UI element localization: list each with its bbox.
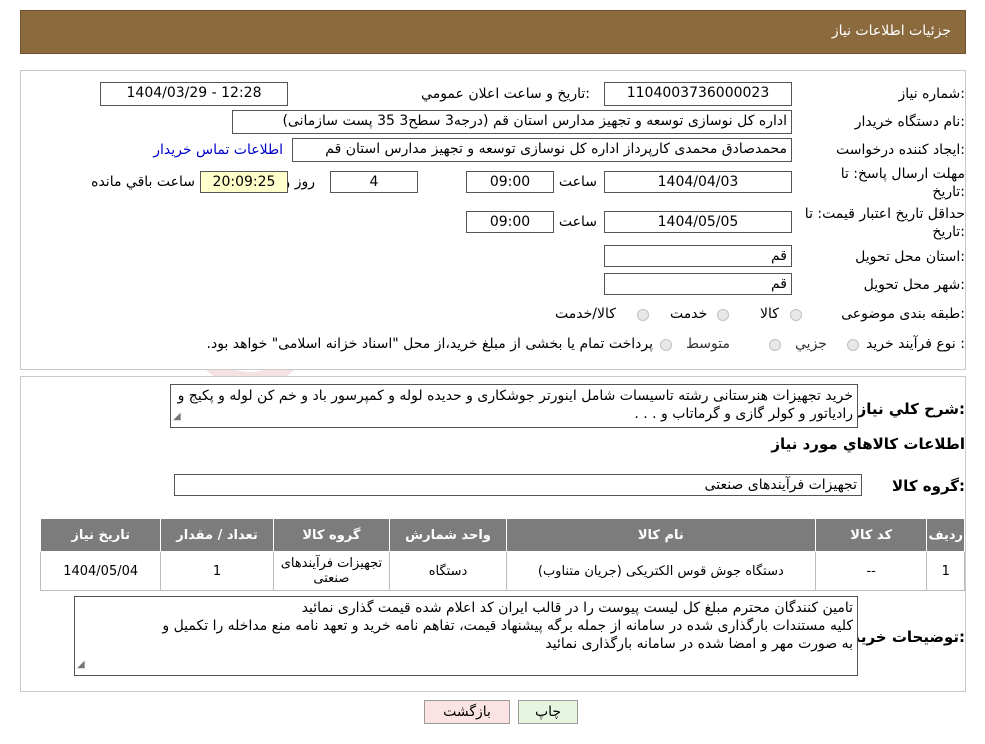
goods-group-label: گروه کالا: (892, 477, 965, 495)
col-name: نام کالا (505, 518, 816, 552)
deadline-time-field: 09:00 (466, 171, 554, 193)
category-goods-radio[interactable] (790, 309, 802, 321)
city-label: شهر محل تحویل: (863, 277, 965, 293)
province-label: استان محل تحویل: (855, 249, 965, 265)
buyer-notes-textarea[interactable]: تامین کنندگان محترم مبلغ کل لیست پیوست ر… (74, 596, 858, 676)
table-row: 1 -- دستگاه جوش قوس الکتریکی (جریان متنا… (39, 551, 965, 591)
cell-date: 1404/05/04 (39, 551, 162, 591)
province-field: قم (604, 245, 792, 267)
description-textarea[interactable]: خرید تجهیزات هنرستانی رشته تاسیسات شامل … (170, 384, 858, 428)
process-minor-radio[interactable] (847, 339, 859, 351)
goods-table: ردیف کد کالا نام کالا واحد شمارش گروه کا… (39, 518, 965, 591)
description-label: شرح کلي نیاز: (857, 400, 965, 418)
col-code: کد کالا (814, 518, 928, 552)
category-both-radio[interactable] (637, 309, 649, 321)
need-number-field: 1104003736000023 (604, 82, 792, 106)
goods-group-field: تجهیزات فرآیندهای صنعتی (174, 474, 862, 496)
goods-section-title: اطلاعات کالاهاي مورد نیاز (771, 435, 965, 453)
resize-grip-icon[interactable]: ◢ (173, 408, 181, 426)
table-header-row: ردیف کد کالا نام کالا واحد شمارش گروه کا… (39, 518, 965, 552)
description-text: خرید تجهیزات هنرستانی رشته تاسیسات شامل … (177, 388, 853, 422)
treasury-checkbox[interactable] (660, 339, 672, 351)
category-both-label: کالا/خدمت (555, 306, 616, 322)
validity-label-2: تاریخ: (932, 224, 965, 240)
cell-unit: دستگاه (389, 551, 507, 591)
category-service-radio[interactable] (717, 309, 729, 321)
remaining-time-field: 20:09:25 (200, 171, 288, 193)
announce-field: 1404/03/29 - 12:28 (100, 82, 288, 106)
cell-row: 1 (926, 551, 965, 591)
buyer-notes-line-2: کلیه مستندات بارگذاری شده در سامانه از ج… (162, 618, 853, 634)
page-title: جزئیات اطلاعات نیاز (831, 23, 951, 39)
back-button[interactable]: بازگشت (424, 700, 510, 724)
contact-info-link[interactable]: اطلاعات تماس خریدار (153, 142, 283, 158)
col-group: گروه کالا (272, 518, 391, 552)
col-qty: تعداد / مقدار (160, 518, 274, 552)
process-medium-radio[interactable] (769, 339, 781, 351)
col-date: تاریخ نیاز (39, 518, 162, 552)
deadline-date-field: 1404/04/03 (604, 171, 792, 193)
validity-time-field: 09:00 (466, 211, 554, 233)
category-label: طبقه بندی موضوعی: (841, 306, 965, 322)
process-medium-label: متوسط (686, 336, 730, 352)
buyer-label: نام دستگاه خریدار: (854, 114, 965, 130)
category-goods-label: کالا (760, 306, 779, 322)
days-label: روز و (283, 174, 316, 190)
deadline-label-2: تاریخ: (932, 184, 965, 200)
need-number-label: شماره نیاز: (898, 86, 965, 102)
deadline-time-label: ساعت (558, 174, 597, 190)
buyer-notes-line-1: تامین کنندگان محترم مبلغ کل لیست پیوست ر… (301, 600, 853, 616)
process-minor-label: جزیي (795, 336, 827, 352)
cell-code: -- (814, 551, 928, 591)
process-note: پرداخت تمام یا بخشی از مبلغ خرید،از محل … (206, 336, 653, 352)
buyer-field: اداره کل نوسازی توسعه و تجهیز مدارس استا… (232, 110, 792, 134)
cell-name: دستگاه جوش قوس الکتریکی (جریان متناوب) (505, 551, 816, 591)
page-header: جزئیات اطلاعات نیاز (20, 10, 966, 54)
buyer-notes-line-3: به صورت مهر و امضا شده در سامانه بارگذار… (545, 636, 853, 652)
validity-time-label: ساعت (558, 214, 597, 230)
creator-field: محمدصادق محمدی کارپرداز اداره کل نوسازی … (292, 138, 792, 162)
cell-group: تجهیزات فرآیندهای صنعتی (272, 551, 391, 591)
print-button[interactable]: چاپ (518, 700, 578, 724)
category-service-label: خدمت (670, 306, 708, 322)
col-row: ردیف (926, 518, 965, 552)
col-unit: واحد شمارش (389, 518, 507, 552)
process-label: نوع فرآیند خرید : (866, 336, 965, 352)
resize-grip-icon[interactable]: ◢ (77, 656, 85, 674)
days-field: 4 (330, 171, 418, 193)
remaining-time-label: ساعت باقي مانده (91, 174, 195, 190)
cell-qty: 1 (160, 551, 274, 591)
validity-label-1: حداقل تاریخ اعتبار قیمت: تا (804, 206, 965, 222)
city-field: قم (604, 273, 792, 295)
deadline-label-1: مهلت ارسال پاسخ: تا (840, 166, 965, 182)
validity-date-field: 1404/05/05 (604, 211, 792, 233)
announce-label: تاریخ و ساعت اعلان عمومي: (421, 86, 590, 102)
creator-label: ایجاد کننده درخواست: (836, 142, 965, 158)
